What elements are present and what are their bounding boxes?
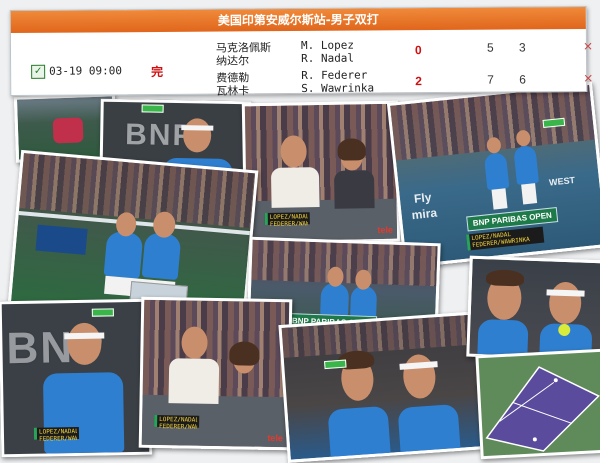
team1-close-icon[interactable]: × [583,39,593,53]
team1-sets-won: 0 [414,43,422,58]
team1-player2-cn: 纳达尔 [216,54,250,68]
fly-text: Fly [413,190,433,206]
match-checkbox[interactable]: ✓ [31,64,46,79]
score-bug-bottom-left: LOPEZ/NADAL FEDERER/WAWRINKA [33,426,80,443]
team1-set1: 5 [486,40,494,55]
photo-spectators-bottom: tele LOPEZ/NADAL FEDERER/WAWRINKA [138,296,293,451]
team2-set1: 7 [487,72,494,87]
score-bug-bottom-middle: LOPEZ/NADAL FEDERER/WAWRINKA [154,414,200,431]
court-lines-graphic [485,366,600,452]
score-bug-line: FEDERER/WAWRINKA [269,220,308,228]
photo-spectators-top: tele LOPEZ/NADAL FEDERER/WAWRINKA [241,100,401,245]
team2-player2-cn: 瓦林卡 [216,84,250,98]
photo-players-court-right: Fly mira WEST BNP PARIBAS OPEN LOPEZ/NAD… [386,81,600,269]
team1-player1-en: M. Lopez [300,38,354,52]
score-bug-line: FEDERER/WAWRINKA [39,434,78,443]
score-bug: LOPEZ/NADAL FEDERER/WAWRINKA [264,212,310,228]
score-bug-line: FEDERER/WAWRINKA [159,423,198,431]
team2-set2: 6 [519,72,526,87]
tournament-banner-right: BNP PARIBAS OPEN [466,207,559,232]
team1-set2: 3 [518,40,526,55]
match-scoreboard: 美国印第安威尔斯站-男子双打 ✓ 03-19 09:00 完 马克洛佩斯 M. … [9,5,593,98]
photo-federer-bottom-left: BNP LOPEZ/NADAL FEDERER/WAWRINKA [0,298,153,458]
photo-aerial-court [475,348,600,460]
team1-player2-en: R. Nadal [301,51,355,65]
west-text: WEST [548,175,576,188]
tele-logo-bottom: tele [267,432,283,444]
scoreboard-title: 美国印第安威尔斯站-男子双打 [10,6,586,34]
photo-wawrinka-federer-closeup [278,311,489,463]
photo-players-closeup-ball [466,255,600,362]
match-status: 完 [151,64,164,80]
match-datetime: 03-19 09:00 [49,64,123,78]
tele-logo: tele [377,224,394,236]
team2-sets-won: 2 [415,74,422,89]
emirates-text: mira [411,205,438,223]
team2-close-icon[interactable]: × [583,71,593,85]
team2-player2-en: S. Wawrinka [301,81,375,95]
team2-player1-en: R. Federer [301,68,368,82]
